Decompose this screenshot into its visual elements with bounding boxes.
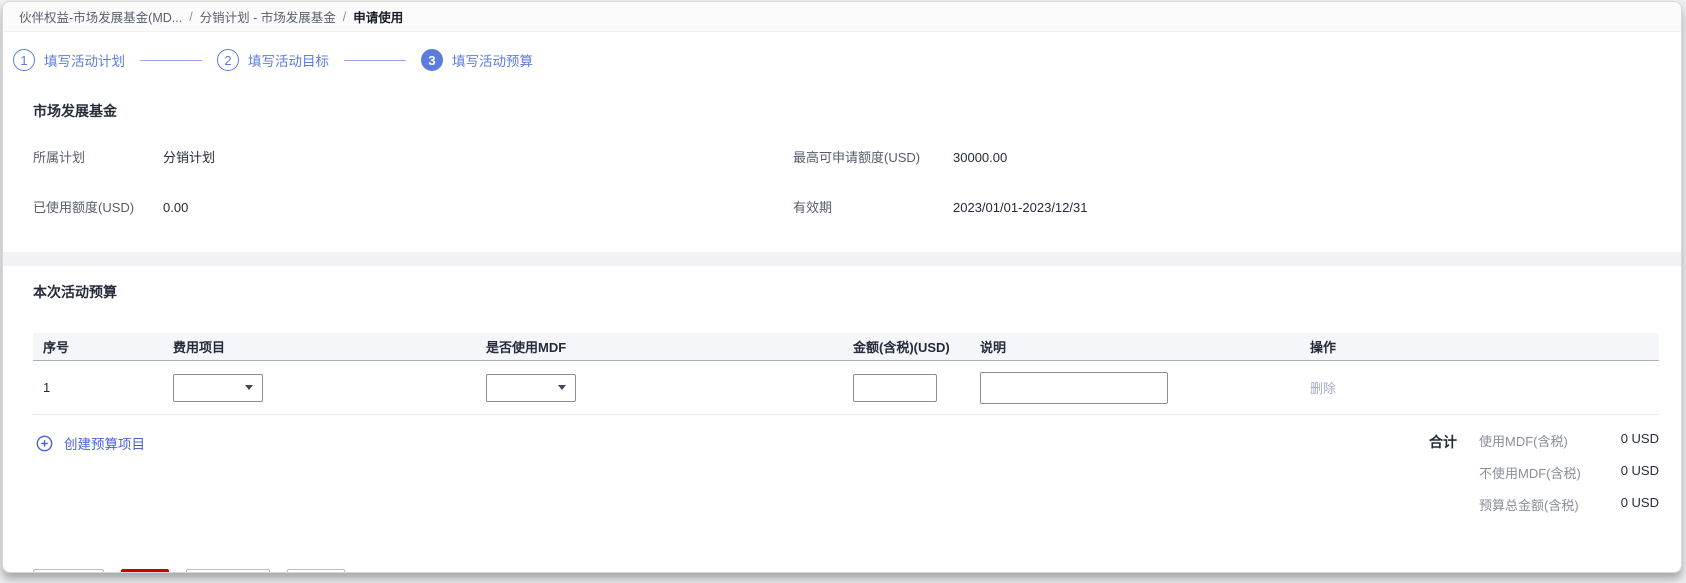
action-bar: 上一步 提交 保存草稿 取消 bbox=[33, 569, 1681, 572]
step-connector bbox=[140, 59, 202, 61]
field-label-max-quota: 最高可申请额度(USD) bbox=[793, 150, 921, 165]
field-label-used-quota: 已使用额度(USD) bbox=[33, 200, 135, 215]
totals-block: 合计 使用MDF(含税) 0 USD 不使用MDF(含税) 0 USD 预算总金… bbox=[1429, 431, 1659, 514]
chevron-down-icon bbox=[558, 385, 566, 390]
total-row-use-mdf: 使用MDF(含税) 0 USD bbox=[1479, 431, 1659, 450]
field-label-validity: 有效期 bbox=[793, 200, 833, 215]
step-1-circle: 1 bbox=[13, 49, 35, 71]
create-budget-item-label: 创建预算项目 bbox=[64, 437, 145, 452]
breadcrumb-separator: / bbox=[342, 9, 347, 24]
total-value-no-mdf: 0 USD bbox=[1620, 463, 1659, 478]
delete-row-link[interactable]: 删除 bbox=[1310, 381, 1336, 396]
total-label-grand-total: 预算总金额(含税) bbox=[1479, 498, 1579, 513]
step-2-label: 填写活动目标 bbox=[248, 54, 329, 69]
budget-section-title: 本次活动预算 bbox=[33, 284, 117, 300]
step-3-circle: 3 bbox=[421, 49, 443, 71]
step-2-activity-goal[interactable]: 2 填写活动目标 bbox=[217, 49, 329, 71]
fund-info-grid: 所属计划 分销计划 最高可申请额度(USD) 30000.00 已使用额度(US… bbox=[33, 147, 1651, 216]
col-header-expense-item: 费用项目 bbox=[173, 340, 226, 355]
breadcrumb-item-current-page: 申请使用 bbox=[353, 11, 404, 25]
fund-section-title: 市场发展基金 bbox=[33, 103, 117, 119]
expense-item-select[interactable] bbox=[173, 373, 263, 402]
totals-heading: 合计 bbox=[1429, 434, 1457, 450]
total-label-use-mdf: 使用MDF(含税) bbox=[1479, 434, 1568, 449]
submit-button[interactable]: 提交 bbox=[121, 569, 170, 572]
create-budget-item-button[interactable]: 创建预算项目 bbox=[36, 433, 145, 453]
table-row: 1 删除 bbox=[33, 361, 1659, 415]
step-1-activity-plan[interactable]: 1 填写活动计划 bbox=[13, 49, 125, 71]
col-header-description: 说明 bbox=[980, 340, 1007, 355]
save-draft-button[interactable]: 保存草稿 bbox=[186, 569, 271, 572]
col-header-index: 序号 bbox=[43, 340, 70, 355]
field-value-validity: 2023/01/01-2023/12/31 bbox=[953, 200, 1088, 215]
field-value-max-quota: 30000.00 bbox=[953, 150, 1008, 165]
budget-table: 序号 费用项目 是否使用MDF 金额(含税)(USD) 说明 操作 1 删除 bbox=[33, 333, 1659, 415]
budget-table-header: 序号 费用项目 是否使用MDF 金额(含税)(USD) 说明 操作 bbox=[33, 333, 1659, 361]
plus-circle-icon bbox=[36, 435, 53, 451]
step-3-label: 填写活动预算 bbox=[452, 54, 533, 69]
use-mdf-select[interactable] bbox=[486, 373, 576, 402]
table-footer: 创建预算项目 合计 使用MDF(含税) 0 USD 不使用MDF(含税) 0 U… bbox=[33, 431, 1659, 514]
col-header-use-mdf: 是否使用MDF bbox=[486, 340, 567, 355]
breadcrumb: 伙伴权益-市场发展基金(MD... / 分销计划 - 市场发展基金 / 申请使用 bbox=[3, 2, 1681, 32]
field-value-used-quota: 0.00 bbox=[163, 200, 189, 215]
breadcrumb-item-fund-list[interactable]: 伙伴权益-市场发展基金(MD... bbox=[19, 7, 182, 26]
total-value-use-mdf: 0 USD bbox=[1620, 431, 1659, 446]
total-row-no-mdf: 不使用MDF(含税) 0 USD bbox=[1479, 463, 1659, 482]
section-divider bbox=[3, 252, 1681, 266]
col-header-amount: 金额(含税)(USD) bbox=[853, 340, 950, 355]
step-connector bbox=[344, 59, 406, 61]
step-2-circle: 2 bbox=[217, 49, 239, 71]
amount-input[interactable] bbox=[853, 373, 937, 402]
step-wizard: 1 填写活动计划 2 填写活动目标 3 填写活动预算 bbox=[13, 45, 1665, 75]
col-header-operation: 操作 bbox=[1310, 340, 1337, 355]
main-panel: 伙伴权益-市场发展基金(MD... / 分销计划 - 市场发展基金 / 申请使用… bbox=[2, 1, 1682, 573]
breadcrumb-separator: / bbox=[189, 9, 193, 24]
step-1-label: 填写活动计划 bbox=[44, 54, 125, 69]
total-value-grand-total: 0 USD bbox=[1620, 495, 1659, 510]
total-row-grand-total: 预算总金额(含税) 0 USD bbox=[1479, 495, 1659, 514]
field-label-plan: 所属计划 bbox=[33, 150, 86, 165]
cancel-button[interactable]: 取消 bbox=[287, 569, 346, 572]
breadcrumb-item-fund-detail[interactable]: 分销计划 - 市场发展基金 bbox=[200, 7, 336, 26]
total-label-no-mdf: 不使用MDF(含税) bbox=[1479, 466, 1581, 481]
step-3-activity-budget[interactable]: 3 填写活动预算 bbox=[421, 49, 533, 71]
previous-step-button[interactable]: 上一步 bbox=[33, 569, 105, 572]
chevron-down-icon bbox=[245, 385, 253, 390]
row-index: 1 bbox=[43, 380, 51, 395]
description-input[interactable] bbox=[980, 371, 1168, 404]
field-value-plan: 分销计划 bbox=[163, 150, 216, 165]
